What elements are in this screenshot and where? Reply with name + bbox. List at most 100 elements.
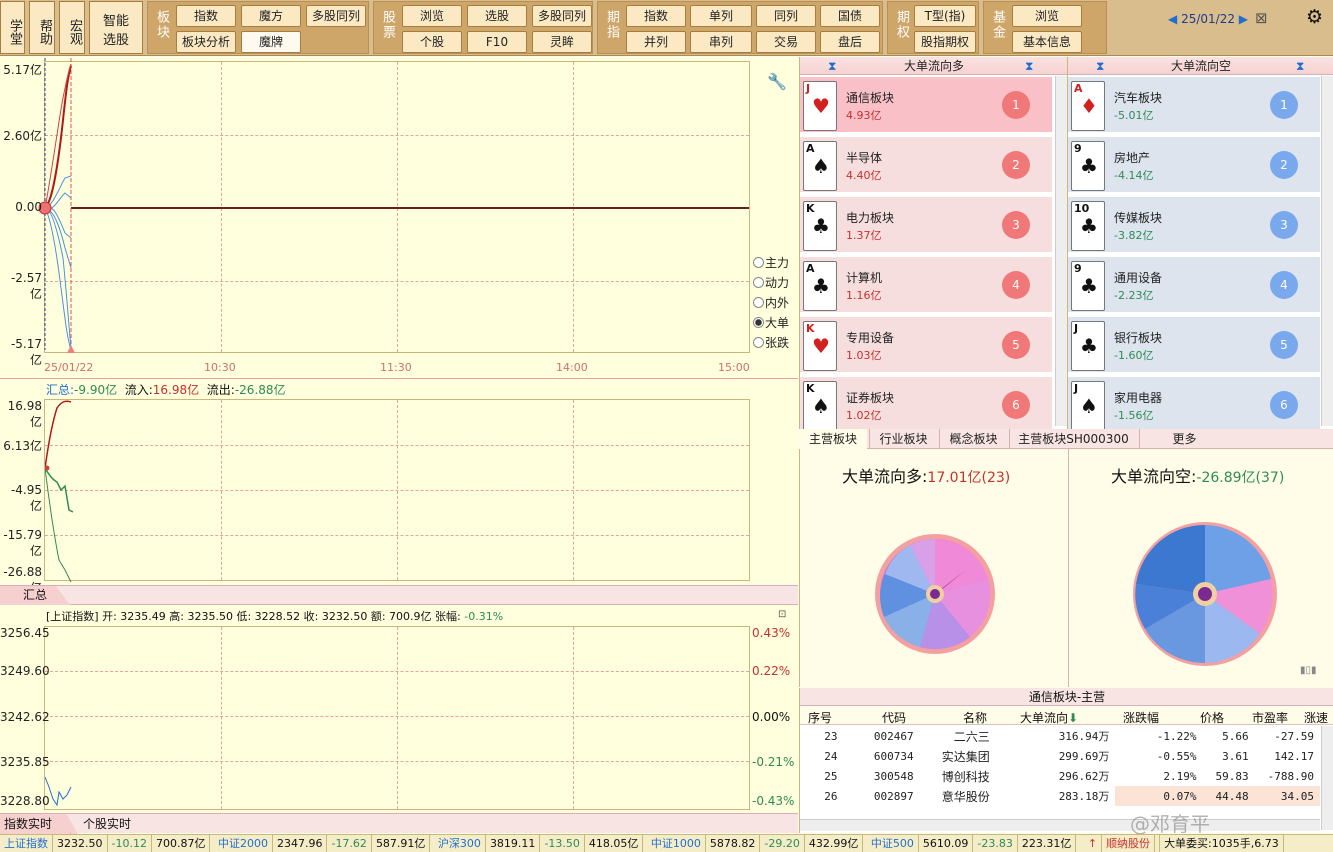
date-nav: ◀ 25/01/22 ▶ (1168, 12, 1248, 26)
futures-bond-button[interactable]: 国债 (820, 5, 880, 27)
ticker-zz1000-name[interactable]: 中证1000 (647, 835, 706, 852)
help-button[interactable]: 帮助 (29, 1, 55, 54)
sector-value: -2.23亿 (1114, 289, 1154, 302)
inflow-scrollbar[interactable] (1055, 76, 1067, 426)
sector-analysis-button[interactable]: 板块分析 (176, 31, 236, 53)
rank-badge: 5 (1002, 331, 1030, 359)
radio-zhangdie[interactable]: 张跌 (753, 334, 789, 351)
stock-single-button[interactable]: 个股 (402, 31, 462, 53)
smart-select-button[interactable]: 智能选股 (89, 1, 143, 54)
futures-serial-button[interactable]: 串列 (690, 31, 752, 53)
tab-summary[interactable]: 汇总 (0, 586, 70, 605)
inflow-header: ⧗ 大单流向多 ⧗ (800, 57, 1068, 75)
expand-icon[interactable]: ⊡ (778, 609, 786, 620)
radio-neiwai[interactable]: 内外 (753, 294, 789, 311)
grid-line (221, 400, 222, 580)
sort-icon[interactable]: ⧗ (1296, 57, 1304, 75)
tab-concept-sector[interactable]: 概念板块 (939, 429, 1007, 449)
stock-select-button[interactable]: 选股 (467, 5, 527, 27)
table-hscrollbar[interactable] (800, 819, 1320, 831)
resize-grip-icon[interactable]: ▮▯▮ (1300, 665, 1317, 676)
tab-stock-realtime[interactable]: 个股实时 (70, 814, 160, 834)
sector-index-button[interactable]: 指数 (176, 5, 236, 27)
col-price[interactable]: 价格 (1200, 709, 1224, 726)
col-change[interactable]: 涨跌幅 (1123, 709, 1159, 726)
col-flow[interactable]: 大单流向⬇ (1020, 709, 1078, 726)
sort-icon[interactable]: ⧗ (1096, 57, 1104, 75)
table-cell: 600734 (873, 749, 914, 763)
radio-zhuli[interactable]: 主力 (753, 254, 789, 271)
outflow-scrollbar[interactable] (1321, 76, 1333, 426)
table-row[interactable]: 26 002897 意华股份 283.18万 0.07% 44.48 34.05 (800, 786, 1320, 806)
ticker-hs300-name[interactable]: 沪深300 (434, 835, 486, 852)
outflow_list-card[interactable]: J ♣ 银行板块 -1.60亿 5 (1068, 317, 1320, 374)
calendar-icon[interactable]: ⊠ (1255, 9, 1268, 27)
inflow_list-card[interactable]: K ♠ 证券板块 1.02亿 6 (800, 377, 1052, 434)
fund-browse-button[interactable]: 浏览 (1012, 5, 1082, 27)
inflow_list-card[interactable]: A ♣ 计算机 1.16亿 4 (800, 257, 1052, 314)
x-label: 25/01/22 (44, 361, 94, 374)
sector-multi-button[interactable]: 多股同列 (306, 5, 366, 27)
stock-lingmou-button[interactable]: 灵眸 (532, 31, 592, 53)
table-scrollbar[interactable] (1321, 726, 1333, 830)
outflow_list-card[interactable]: A ♦ 汽车板块 -5.01亿 1 (1068, 77, 1320, 134)
col-speed[interactable]: 涨速 (1304, 709, 1328, 726)
playing-card-icon: J ♠ (1071, 381, 1105, 431)
table-row[interactable]: 25 300548 博创科技 296.62万 2.19% 59.83 -788.90 (800, 766, 1320, 786)
playing-card-icon: 9 ♣ (1071, 141, 1105, 191)
card-rank: J (1074, 382, 1079, 395)
inflow_list-card[interactable]: A ♠ 半导体 4.40亿 2 (800, 137, 1052, 194)
inflow_list-card[interactable]: J ♥ 通信板块 4.93亿 1 (800, 77, 1052, 134)
table-row[interactable]: 23 002467 二六三 316.94万 -1.22% 5.66 -27.59 (800, 726, 1320, 746)
inflow_list-card[interactable]: K ♥ 专用设备 1.03亿 5 (800, 317, 1052, 374)
stock-multi-button[interactable]: 多股同列 (532, 5, 592, 27)
futures-same-button[interactable]: 同列 (756, 5, 816, 27)
index-y-right: 0.43% (752, 626, 791, 640)
outflow_list-card[interactable]: 9 ♣ 通用设备 -2.23亿 4 (1068, 257, 1320, 314)
sector-magic-button[interactable]: 魔方 (241, 5, 301, 27)
options-index-button[interactable]: 股指期权 (914, 31, 976, 53)
fund-info-button[interactable]: 基本信息 (1012, 31, 1082, 53)
futures-parallel-button[interactable]: 并列 (626, 31, 686, 53)
futures-after-button[interactable]: 盘后 (820, 31, 880, 53)
col-code[interactable]: 代码 (882, 709, 906, 726)
tab-main-sector[interactable]: 主营板块 (799, 429, 867, 449)
alert-stock[interactable]: ↑ 顺纳股份 (1080, 835, 1161, 852)
sector-cards-button[interactable]: 魔牌 (241, 31, 301, 53)
futures-trade-button[interactable]: 交易 (756, 31, 816, 53)
col-pe[interactable]: 市盈率 (1252, 709, 1288, 726)
tab-more[interactable]: 更多 (1139, 429, 1229, 449)
sort-icon[interactable]: ⧗ (1025, 57, 1033, 75)
tab-main-sh000300[interactable]: 主营板块SH000300 (1009, 429, 1137, 449)
table-row[interactable]: 24 600734 实达集团 299.69万 -0.55% 3.61 142.17 (800, 746, 1320, 766)
sort-icon[interactable]: ⧗ (828, 57, 836, 75)
options-t-button[interactable]: T型(指) (914, 5, 976, 27)
settings-gear-icon[interactable]: ⚙ (1306, 6, 1323, 28)
col-seq[interactable]: 序号 (808, 709, 832, 726)
ticker-zz500-name[interactable]: 中证500 (867, 835, 919, 852)
futures-single-button[interactable]: 单列 (690, 5, 752, 27)
stock-f10-button[interactable]: F10 (467, 31, 527, 53)
outflow_list-card[interactable]: J ♠ 家用电器 -1.56亿 6 (1068, 377, 1320, 434)
table-cell: 24 (824, 749, 838, 763)
table-cell: -27.59 (1274, 729, 1314, 743)
futures-index-button[interactable]: 指数 (626, 5, 686, 27)
radio-dadan[interactable]: 大单 (753, 314, 789, 331)
radio-dongli[interactable]: 动力 (753, 274, 789, 291)
wrench-icon[interactable]: 🔧 (767, 72, 787, 91)
learn-button[interactable]: 学堂 (0, 1, 25, 54)
tab-index-realtime[interactable]: 指数实时 (0, 814, 78, 834)
ticker-zz2000-name[interactable]: 中证2000 (214, 835, 273, 852)
inflow_list-card[interactable]: K ♣ 电力板块 1.37亿 3 (800, 197, 1052, 254)
y-label: -2.57亿 (10, 271, 42, 301)
next-date-icon[interactable]: ▶ (1239, 12, 1248, 26)
outflow_list-card[interactable]: 9 ♣ 房地产 -4.14亿 2 (1068, 137, 1320, 194)
ticker-sh-name[interactable]: 上证指数 (0, 835, 53, 852)
macro-button[interactable]: 宏观 (59, 1, 85, 54)
outflow_list-card[interactable]: 10 ♣ 传媒板块 -3.82亿 3 (1068, 197, 1320, 254)
col-name[interactable]: 名称 (963, 709, 987, 726)
prev-date-icon[interactable]: ◀ (1168, 12, 1177, 26)
stock-browse-button[interactable]: 浏览 (402, 5, 462, 27)
tab-industry-sector[interactable]: 行业板块 (869, 429, 937, 449)
sector-value: 1.37亿 (846, 229, 882, 242)
